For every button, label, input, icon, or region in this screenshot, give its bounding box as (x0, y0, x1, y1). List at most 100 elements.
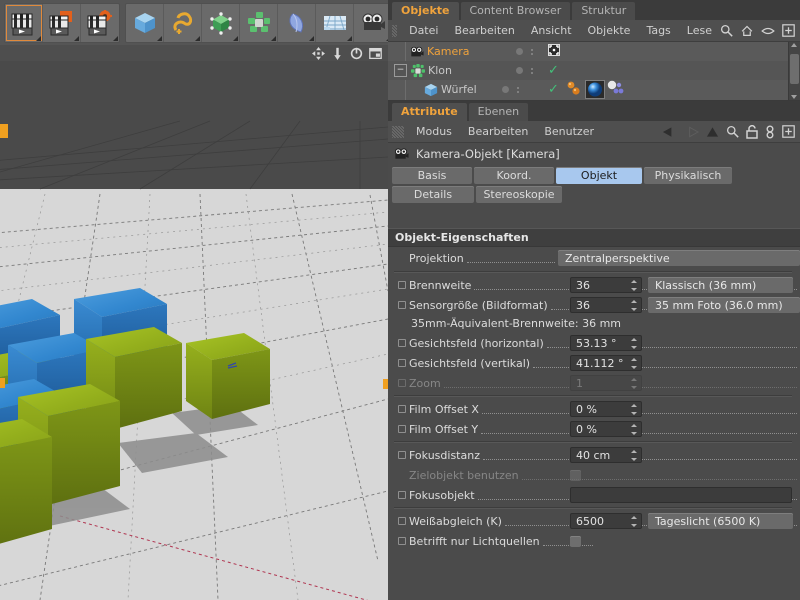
home-icon[interactable] (740, 24, 754, 37)
menu-bearbeiten[interactable]: Bearbeiten (460, 121, 536, 143)
anim-marker[interactable] (398, 451, 406, 459)
object-row-kamera[interactable]: Kamera (388, 42, 800, 61)
spinner-gf-h[interactable] (630, 338, 637, 349)
object-row-wuerfel[interactable]: Würfel ✓ (388, 80, 800, 99)
drag-grip-icon[interactable] (392, 126, 404, 138)
object-visibility-dots[interactable] (516, 42, 533, 61)
object-tree-scrollbar[interactable] (788, 42, 800, 100)
anim-marker[interactable] (398, 339, 406, 347)
input-fokusobjekt[interactable] (570, 487, 792, 503)
spinner-brennweite[interactable] (630, 280, 637, 291)
combo-weissabgleich-preset[interactable]: Tageslicht (6500 K) (648, 513, 793, 529)
combo-sensorgroesse-preset[interactable]: 35 mm Foto (36.0 mm) (648, 297, 800, 313)
tab-content-browser[interactable]: Content Browser (461, 2, 571, 20)
menu-lese[interactable]: Lese (679, 20, 720, 42)
camera-button[interactable] (354, 4, 392, 42)
tab-struktur[interactable]: Struktur (572, 2, 635, 20)
back-arrow-icon[interactable] (662, 126, 677, 138)
eye-icon[interactable] (761, 26, 775, 36)
hypernurbs-button[interactable] (202, 4, 240, 42)
combo-projektion[interactable]: Zentralperspektive (558, 250, 800, 266)
tab-objekte[interactable]: Objekte (392, 2, 459, 20)
plus-box-icon[interactable] (782, 125, 795, 138)
visibility-dot[interactable] (502, 86, 509, 93)
object-visibility-dots[interactable] (502, 80, 519, 99)
mograph-icon[interactable] (607, 80, 625, 99)
spinner-gf-v[interactable] (630, 358, 637, 369)
visibility-dot[interactable] (516, 48, 523, 55)
tab-physikalisch[interactable]: Physikalisch (644, 167, 732, 184)
anim-marker[interactable] (398, 301, 406, 309)
tag-check-klon[interactable]: ✓ (548, 63, 559, 78)
tab-attribute[interactable]: Attribute (392, 103, 467, 121)
spinner-weissabgleich[interactable] (630, 516, 637, 527)
material-blue-icon[interactable] (585, 80, 605, 99)
render-view-button[interactable] (5, 4, 43, 42)
spinner-fox[interactable] (630, 404, 637, 415)
scroll-up-arrow-icon[interactable] (791, 43, 797, 47)
anim-marker[interactable] (398, 281, 406, 289)
spinner-sensorgroesse[interactable] (630, 300, 637, 311)
drag-grip-icon[interactable] (392, 25, 397, 37)
scale-icon[interactable] (331, 47, 344, 60)
search-icon[interactable] (726, 125, 739, 138)
input-sensorgroesse[interactable]: 36 (570, 297, 642, 313)
menu-datei[interactable]: Datei (401, 20, 446, 42)
spinner-fokusdistanz[interactable] (630, 450, 637, 461)
viewport-scene[interactable] (0, 61, 388, 600)
menu-ansicht[interactable]: Ansicht (523, 20, 580, 42)
tree-expander-klon[interactable]: − (394, 64, 407, 77)
input-weissabgleich[interactable]: 6500 (570, 513, 642, 529)
object-row-klon[interactable]: − Klon ✓ (388, 61, 800, 80)
menu-benutzer[interactable]: Benutzer (536, 121, 602, 143)
scrollbar-thumb[interactable] (790, 54, 799, 84)
input-gesichtsfeld-horizontal[interactable]: 53.13 ° (570, 335, 642, 351)
rotate-icon[interactable] (350, 47, 363, 60)
tab-basis[interactable]: Basis (392, 167, 472, 184)
tab-ebenen[interactable]: Ebenen (469, 103, 528, 121)
input-fokusdistanz[interactable]: 40 cm (570, 447, 642, 463)
editor-render-dots[interactable] (531, 49, 533, 55)
tag-check-wuerfel[interactable]: ✓ (548, 82, 559, 97)
render-settings-button[interactable] (81, 4, 119, 42)
bend-deformer-button[interactable] (278, 4, 316, 42)
move-icon[interactable] (312, 47, 325, 60)
array-button[interactable] (240, 4, 278, 42)
menu-objekte[interactable]: Objekte (580, 20, 639, 42)
lock-icon[interactable] (746, 125, 758, 139)
editor-render-dots[interactable] (531, 68, 533, 74)
anim-marker[interactable] (398, 359, 406, 367)
object-visibility-dots[interactable] (516, 61, 533, 80)
render-region-button[interactable] (43, 4, 81, 42)
menu-modus[interactable]: Modus (408, 121, 460, 143)
combo-brennweite-preset[interactable]: Klassisch (36 mm) (648, 277, 793, 293)
search-icon[interactable] (720, 24, 733, 37)
menu-tags[interactable]: Tags (638, 20, 678, 42)
material-orange-icon[interactable] (566, 80, 583, 99)
visibility-dot[interactable] (516, 67, 523, 74)
anim-marker[interactable] (398, 405, 406, 413)
floor-environment-button[interactable] (316, 4, 354, 42)
anim-marker[interactable] (398, 425, 406, 433)
anim-marker[interactable] (398, 491, 406, 499)
object-tree[interactable]: Kamera − K (388, 42, 800, 101)
3d-viewport[interactable] (0, 45, 388, 600)
forward-arrow-icon[interactable] (684, 126, 699, 138)
editor-render-dots[interactable] (517, 87, 519, 93)
tab-details[interactable]: Details (392, 186, 474, 203)
maximize-icon[interactable] (369, 47, 382, 60)
link-icon[interactable] (765, 125, 775, 139)
input-gesichtsfeld-vertikal[interactable]: 41.112 ° (570, 355, 642, 371)
spinner-foy[interactable] (630, 424, 637, 435)
checkbox-betrifft-nur-lichtquellen[interactable] (570, 536, 581, 547)
input-film-offset-y[interactable]: 0 % (570, 421, 642, 437)
tag-target[interactable] (548, 44, 560, 59)
input-film-offset-x[interactable]: 0 % (570, 401, 642, 417)
anim-marker[interactable] (398, 517, 406, 525)
anim-marker[interactable] (398, 537, 406, 545)
spline-button[interactable] (164, 4, 202, 42)
up-arrow-icon[interactable] (706, 126, 719, 138)
scroll-down-arrow-icon[interactable] (791, 95, 797, 99)
menu-bearbeiten[interactable]: Bearbeiten (446, 20, 522, 42)
plus-box-icon[interactable] (782, 24, 795, 37)
